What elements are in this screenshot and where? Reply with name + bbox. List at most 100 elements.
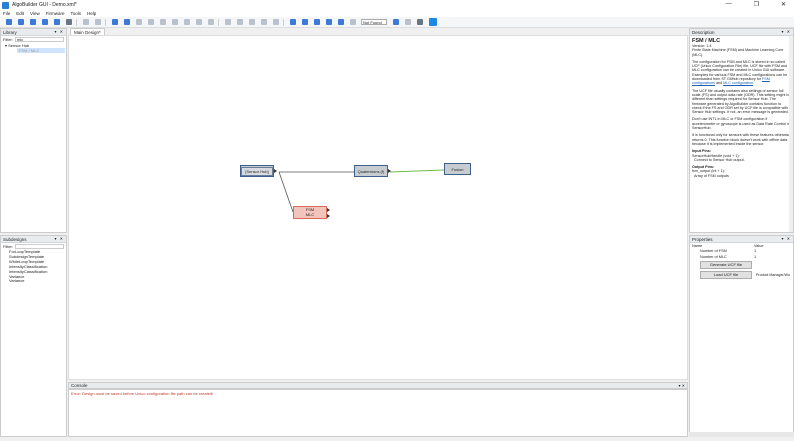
cut-icon[interactable] xyxy=(136,19,142,25)
ucf-file-path[interactable]: Product Manager/Wo xyxy=(756,273,790,277)
terminal-icon[interactable] xyxy=(417,19,423,25)
add-block-icon[interactable] xyxy=(112,19,118,25)
subdesigns-title: Subdesigns xyxy=(3,236,27,242)
save-icon[interactable] xyxy=(30,19,36,25)
menu-view[interactable]: View xyxy=(27,11,43,16)
monitor-icon[interactable] xyxy=(338,19,344,25)
menu-file[interactable]: File xyxy=(0,11,13,16)
properties-panel: Properties ▾ ✕ Name Value Number of FSM … xyxy=(689,235,794,437)
add-io-icon[interactable] xyxy=(124,19,130,25)
zoom-reset-icon[interactable] xyxy=(261,19,267,25)
window-title: AlgoBuilder GUI - Demo.xml* xyxy=(12,2,77,8)
output-port-icon[interactable] xyxy=(388,169,391,173)
build-icon[interactable] xyxy=(302,19,308,25)
panel-controls[interactable]: ▾ ✕ xyxy=(782,29,791,34)
window-controls: — ❐ ✕ xyxy=(726,1,786,8)
maximize-button[interactable]: ❐ xyxy=(754,1,759,8)
node-label: Quaternions (f) xyxy=(357,168,385,174)
list-item[interactable]: Variance xyxy=(1,279,66,284)
design-canvas[interactable]: [Sensor Hub] Quaternions (f) Fusion FSM … xyxy=(68,35,688,380)
paragraph-text: The configuration for FSM and MLC is sto… xyxy=(692,59,788,82)
column-header-name: Name xyxy=(692,243,703,248)
console-header: Console ▾ ✕ xyxy=(68,382,688,389)
panel-controls[interactable]: ▾ ✕ xyxy=(55,236,64,241)
menu-help[interactable]: Help xyxy=(84,11,99,16)
description-scrollbar[interactable] xyxy=(789,36,793,232)
tree-item-fsm-mlc[interactable]: FSM / MLC xyxy=(17,48,65,53)
connection-line xyxy=(278,171,294,213)
property-row[interactable]: Number of FSM 1 xyxy=(690,249,793,255)
node-label: [Sensor Hub] xyxy=(241,166,273,176)
menu-tools[interactable]: Tools xyxy=(67,11,84,16)
connection-line xyxy=(389,169,445,173)
toolbar-separator xyxy=(76,18,77,26)
align-center-icon[interactable] xyxy=(160,19,166,25)
description-panel-header: Description ▾ ✕ xyxy=(690,29,793,36)
properties-panel-header: Properties ▾ ✕ xyxy=(690,236,793,243)
redo-icon[interactable] xyxy=(95,19,101,25)
library-panel-header: Library ▾ ✕ xyxy=(1,29,66,36)
properties-horizontal-scrollbar[interactable] xyxy=(689,432,794,437)
save-all-icon[interactable] xyxy=(54,19,60,25)
open-file-icon[interactable] xyxy=(18,19,24,25)
output-port-icon[interactable] xyxy=(327,214,330,218)
description-paragraph: The UCF file usually contains also setti… xyxy=(692,88,791,115)
library-filter-input[interactable]: mlc xyxy=(15,37,64,42)
block-subtitle: Finite State Machine (FSM) and Machine L… xyxy=(692,48,784,57)
output-port-icon[interactable] xyxy=(327,208,330,212)
panel-controls[interactable]: ▾ ✕ xyxy=(679,383,685,388)
generate-code-icon[interactable] xyxy=(290,19,296,25)
menu-edit[interactable]: Edit xyxy=(13,11,27,16)
load-ucf-button[interactable]: Load UCF file xyxy=(700,270,752,279)
close-button[interactable]: ✕ xyxy=(781,1,786,8)
node-fsm-mlc[interactable]: FSM MLC xyxy=(293,206,327,219)
description-paragraph: It is functional only for sensors with t… xyxy=(692,133,791,146)
filter-label: Filter: xyxy=(3,37,13,42)
library-filter-row: Filter: mlc xyxy=(1,36,66,43)
panel-controls[interactable]: ▾ ✕ xyxy=(782,236,791,241)
connect-icon[interactable] xyxy=(393,19,399,25)
property-row[interactable]: Number of MLC 1 xyxy=(690,254,793,260)
properties-title: Properties xyxy=(692,236,713,242)
flash-icon[interactable] xyxy=(314,19,320,25)
paragraph-text: . xyxy=(753,81,755,86)
toolbar-separator xyxy=(105,18,106,26)
zoom-in-icon[interactable] xyxy=(225,19,231,25)
settings-icon[interactable] xyxy=(66,19,72,25)
description-content: FSM / MLC Version: 1.4 Finite State Mach… xyxy=(690,36,793,180)
library-title: Library xyxy=(3,29,17,35)
align-bottom-icon[interactable] xyxy=(208,19,214,25)
console-output: Error: Design must be saved before Unico… xyxy=(68,389,688,437)
description-paragraph: Don't use INT1 in MLC or FSM configurati… xyxy=(692,117,790,131)
node-fusion[interactable]: Fusion xyxy=(444,163,471,175)
save-as-icon[interactable] xyxy=(42,19,48,25)
toolbar-separator xyxy=(218,18,219,26)
new-file-icon[interactable] xyxy=(6,19,12,25)
debug-icon[interactable] xyxy=(326,19,332,25)
property-name: Number of FSM xyxy=(700,249,727,254)
property-value[interactable]: 1 xyxy=(754,255,793,259)
menu-firmware[interactable]: Firmware xyxy=(43,11,68,16)
output-port-icon[interactable] xyxy=(274,169,277,173)
node-quaternions[interactable]: Quaternions (f) xyxy=(354,165,388,177)
mlc-configuration-link[interactable]: MLC configuration xyxy=(723,81,753,85)
align-top-icon[interactable] xyxy=(184,19,190,25)
zoom-fit-icon[interactable] xyxy=(249,19,255,25)
zoom-selection-icon[interactable] xyxy=(273,19,279,25)
generate-ucf-button[interactable]: Generate UCF file xyxy=(700,260,752,269)
zoom-out-icon[interactable] xyxy=(237,19,243,25)
port-icon[interactable] xyxy=(350,19,356,25)
device-select[interactable]: Not Found xyxy=(361,19,387,25)
toolbar-separator xyxy=(283,18,284,26)
panel-controls[interactable]: ▾ ✕ xyxy=(55,29,64,34)
node-sensor-hub[interactable]: [Sensor Hub] xyxy=(240,165,274,177)
share-icon[interactable] xyxy=(429,18,437,26)
align-left-icon[interactable] xyxy=(148,19,154,25)
property-value[interactable]: 1 xyxy=(754,249,793,253)
chart-icon[interactable] xyxy=(405,19,411,25)
minimize-button[interactable]: — xyxy=(726,1,732,8)
align-middle-icon[interactable] xyxy=(196,19,202,25)
undo-icon[interactable] xyxy=(83,19,89,25)
align-right-icon[interactable] xyxy=(172,19,178,25)
tab-main-design[interactable]: Main Design* xyxy=(70,28,105,35)
